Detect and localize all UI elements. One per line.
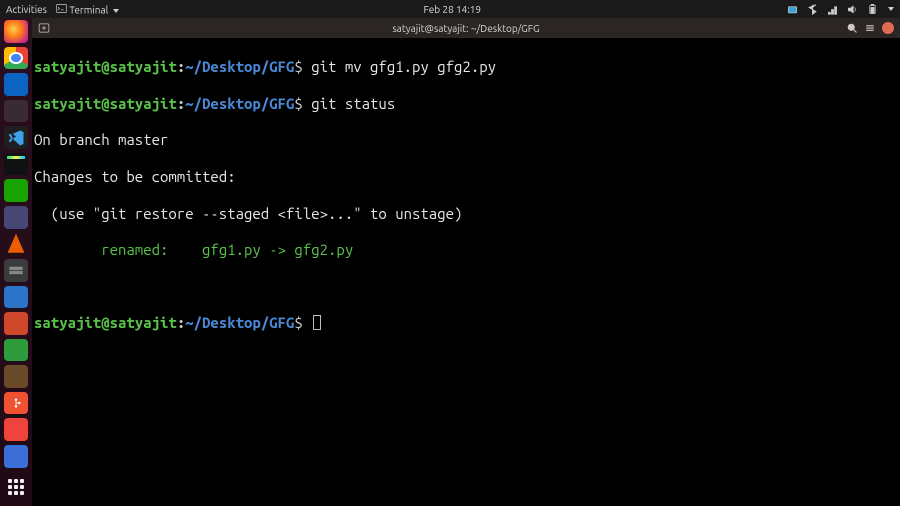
launcher-dock (0, 18, 32, 506)
dock-firefox[interactable] (4, 20, 28, 43)
renamed-files: gfg1.py -> gfg2.py (202, 241, 353, 258)
app-menu-label: Terminal (69, 5, 108, 16)
window-title: satyajit@satyajit: ~/Desktop/GFG (32, 23, 900, 34)
dock-vlc[interactable] (4, 233, 28, 256)
output-line: On branch master (32, 131, 900, 149)
prompt-path: ~/Desktop/GFG (185, 314, 294, 331)
chevron-down-icon (888, 7, 894, 11)
dock-files[interactable] (4, 259, 28, 282)
dock-writer[interactable] (4, 286, 28, 309)
hamburger-menu-icon[interactable] (864, 22, 876, 34)
workspace: satyajit@satyajit: ~/Desktop/GFG satyaji… (32, 18, 900, 506)
status-area[interactable] (786, 3, 894, 15)
terminal-icon (55, 2, 67, 14)
app-menu[interactable]: Terminal (55, 2, 119, 16)
output-line: renamed: gfg1.py -> gfg2.py (32, 241, 900, 259)
prompt-sep: : (177, 314, 185, 331)
search-icon[interactable] (846, 22, 858, 34)
terminal-body[interactable]: satyajit@satyajit:~/Desktop/GFG$ git mv … (32, 38, 900, 506)
dock-outlook[interactable] (4, 73, 28, 96)
dock-teams[interactable] (4, 206, 28, 229)
battery-icon (866, 3, 878, 15)
activities-button[interactable]: Activities (6, 4, 47, 15)
output-line: (use "git restore --staged <file>..." to… (32, 205, 900, 223)
command-text: git mv gfg1.py gfg2.py (311, 58, 496, 75)
prompt-sigil: $ (294, 314, 302, 331)
prompt-sep: : (177, 58, 185, 75)
prompt-sigil: $ (294, 58, 302, 75)
close-button[interactable] (882, 22, 894, 34)
dock-terminal[interactable] (4, 100, 28, 123)
prompt-user: satyajit@satyajit (34, 314, 177, 331)
prompt-user: satyajit@satyajit (34, 58, 177, 75)
prompt-sep: : (177, 95, 185, 112)
prompt-sigil: $ (294, 95, 302, 112)
prompt-path: ~/Desktop/GFG (185, 58, 294, 75)
dock-git[interactable] (4, 392, 28, 415)
dock-pycharm[interactable] (4, 153, 28, 176)
dock-calc[interactable] (4, 339, 28, 362)
show-applications[interactable] (4, 476, 28, 499)
gnome-top-bar: Activities Terminal Feb 28 14:19 (0, 0, 900, 18)
bluetooth-icon (806, 3, 818, 15)
dock-chrome[interactable] (4, 47, 28, 70)
terminal-cursor (313, 315, 321, 330)
dock-anydesk[interactable] (4, 418, 28, 441)
prompt-path: ~/Desktop/GFG (185, 95, 294, 112)
clock[interactable]: Feb 28 14:19 (119, 4, 786, 15)
command-text: git status (311, 95, 395, 112)
window-titlebar[interactable]: satyajit@satyajit: ~/Desktop/GFG (32, 18, 900, 38)
output-line: Changes to be committed: (32, 168, 900, 186)
screenshot-indicator-icon (786, 3, 798, 15)
new-tab-button[interactable] (38, 22, 50, 34)
dock-todo[interactable] (4, 445, 28, 468)
prompt-user: satyajit@satyajit (34, 95, 177, 112)
network-icon (826, 3, 838, 15)
renamed-label: renamed: (34, 241, 202, 258)
dock-impress[interactable] (4, 312, 28, 335)
dock-vscode[interactable] (4, 126, 28, 149)
dock-libre[interactable] (4, 179, 28, 202)
dock-app[interactable] (4, 365, 28, 388)
volume-icon (846, 3, 858, 15)
